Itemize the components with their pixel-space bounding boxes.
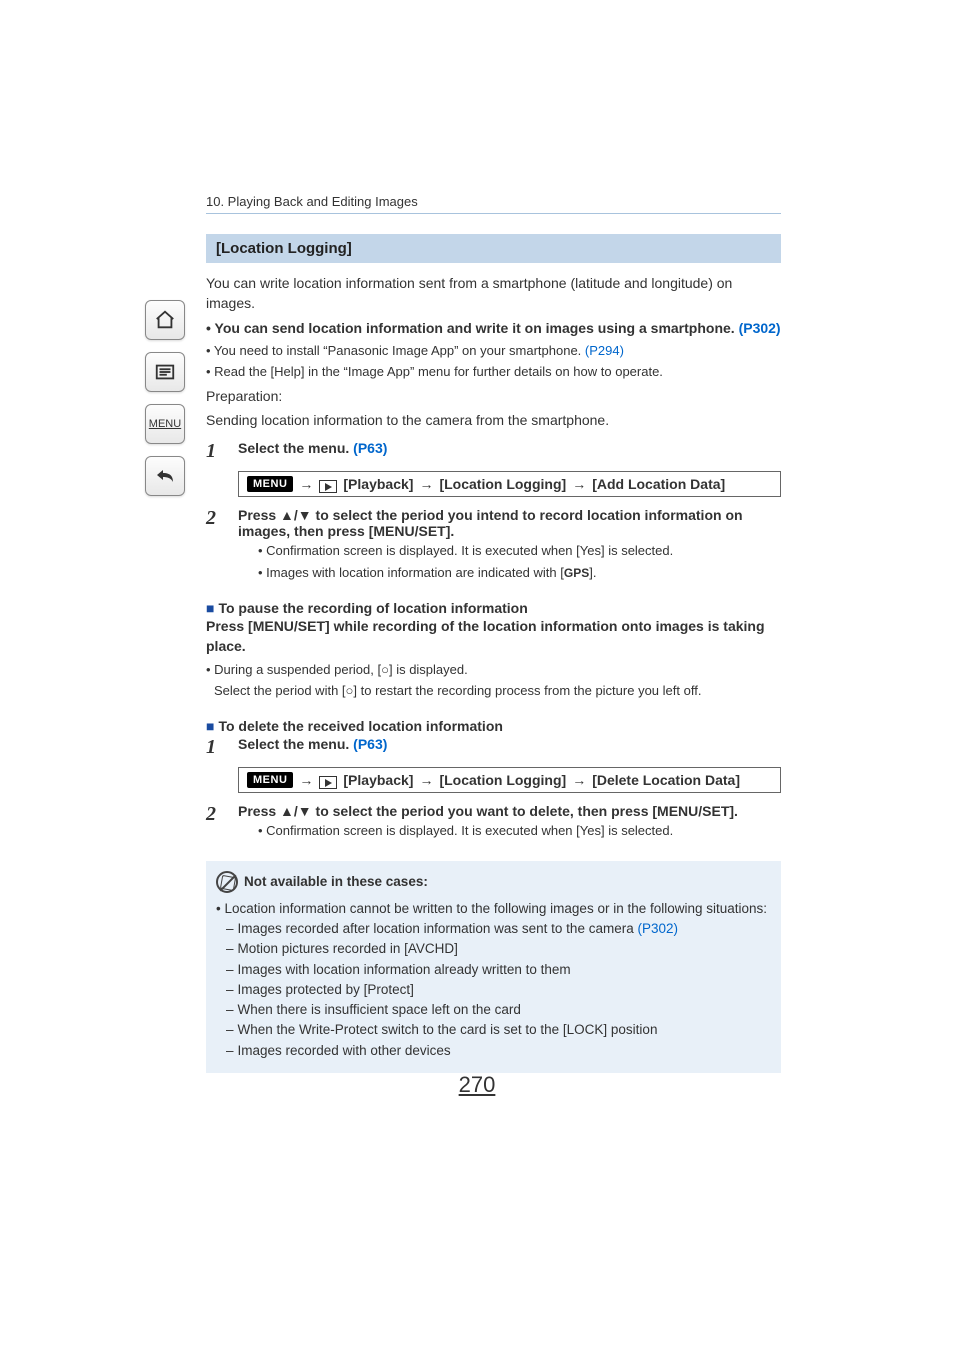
step-2-sub2: • Images with location information are i… [258,563,781,583]
link-p294[interactable]: (P294) [585,343,624,358]
preparation-text: Sending location information to the came… [206,410,781,430]
list-item: –Images with location information alread… [226,960,771,980]
intro-bullet-bold: • You can send location information and … [206,318,781,338]
square-bullet-icon: ■ [206,718,214,734]
contents-icon[interactable] [145,352,185,392]
page-content: 10. Playing Back and Editing Images [Loc… [206,194,781,1073]
link-p63-b[interactable]: (P63) [353,736,387,752]
delete-step-2: 2 Press ▲/▼ to select the period you wan… [206,803,781,841]
pause-b1: • During a suspended period, [○] is disp… [206,661,781,680]
arrow-icon: → [419,772,433,788]
step-1-text: Select the menu. [238,440,353,456]
link-p63[interactable]: (P63) [353,440,387,456]
step-2-sub1: • Confirmation screen is displayed. It i… [258,541,781,561]
pause-b2: Select the period with [○] to restart th… [214,682,781,701]
d4-text: Images protected by [Protect] [238,980,414,1000]
intro-bullet-2: • You need to install “Panasonic Image A… [206,342,781,361]
arrow-icon: → [572,772,586,788]
pause-heading-text: To pause the recording of location infor… [218,600,527,616]
list-item: –Images protected by [Protect] [226,980,771,1000]
link-p302[interactable]: (P302) [739,320,781,336]
path-playback-b: [Playback] [343,772,413,788]
menu-path-delete: MENU → [Playback] → [Location Logging] →… [238,767,781,793]
menu-badge-icon: MENU [247,476,293,492]
delete-step1-number: 1 [206,736,226,759]
playback-icon [319,480,337,493]
arrow-icon: → [299,772,313,788]
delete-step1-text: Select the menu. [238,736,353,752]
section-heading: [Location Logging] [206,234,781,263]
link-p302-b[interactable]: (P302) [637,921,678,936]
path-playback: [Playback] [343,476,413,492]
d6-text: When the Write-Protect switch to the car… [238,1020,658,1040]
pause-b1-post: ] is displayed. [389,662,468,677]
pause-heading: ■To pause the recording of location info… [206,600,781,616]
arrow-icon: → [419,476,433,492]
d3-text: Images with location information already… [238,960,571,980]
step-2-text: Press ▲/▼ to select the period you inten… [238,507,781,539]
playback-icon [319,776,337,789]
menu-path-add: MENU → [Playback] → [Location Logging] →… [238,471,781,497]
breadcrumb: 10. Playing Back and Editing Images [206,194,781,214]
list-item: –Images recorded with other devices [226,1041,771,1061]
pause-b1-pre: • During a suspended period, [ [206,662,381,677]
menu-badge-icon: MENU [247,772,293,788]
delete-heading-text: To delete the received location informat… [218,718,502,734]
step2-sub2-post: ]. [589,565,596,580]
notice-dash-list: –Images recorded after location informat… [226,919,771,1061]
arrow-icon: → [299,476,313,492]
delete-step2-text: Press ▲/▼ to select the period you want … [238,803,781,819]
d1-text: Images recorded after location informati… [238,921,638,936]
delete-step-1: 1 Select the menu. (P63) [206,736,781,759]
delete-step2-sub: • Confirmation screen is displayed. It i… [258,821,781,841]
notice-lead: • Location information cannot be written… [216,899,771,919]
delete-heading: ■To delete the received location informa… [206,718,781,734]
pause-symbol-icon: ○ [381,662,389,677]
d7-text: Images recorded with other devices [238,1041,451,1061]
intro-b2-text: • You need to install “Panasonic Image A… [206,343,585,358]
pause-b2-post: ] to restart the recording process from … [353,683,701,698]
not-available-icon [216,871,238,893]
square-bullet-icon: ■ [206,600,214,616]
intro-bullet-text: • You can send location information and … [206,320,739,336]
delete-step2-number: 2 [206,803,226,841]
d5-text: When there is insufficient space left on… [238,1000,521,1020]
path-loclog: [Location Logging] [439,476,566,492]
step2-sub2-pre: • Images with location information are i… [258,565,564,580]
intro-bullet-3: • Read the [Help] in the “Image App” men… [206,363,781,382]
d2-text: Motion pictures recorded in [AVCHD] [238,939,458,959]
notice-box: Not available in these cases: • Location… [206,861,781,1073]
path-delete: [Delete Location Data] [592,772,740,788]
gps-icon: GPS [564,566,589,580]
step-1: 1 Select the menu. (P63) [206,440,781,463]
pause-b2-pre: Select the period with [ [214,683,346,698]
notice-heading: Not available in these cases: [216,871,771,893]
list-item: –When there is insufficient space left o… [226,1000,771,1020]
preparation-label: Preparation: [206,386,781,406]
home-icon[interactable] [145,300,185,340]
notice-heading-text: Not available in these cases: [244,872,428,892]
arrow-icon: → [572,476,586,492]
step-2: 2 Press ▲/▼ to select the period you int… [206,507,781,582]
path-loclog-b: [Location Logging] [439,772,566,788]
step-1-number: 1 [206,440,226,463]
path-add: [Add Location Data] [592,476,725,492]
menu-button[interactable]: MENU [145,404,185,444]
list-item: –Images recorded after location informat… [226,919,771,939]
step-2-number: 2 [206,507,226,582]
sidebar: MENU [145,300,190,496]
list-item: –When the Write-Protect switch to the ca… [226,1020,771,1040]
pause-bold: Press [MENU/SET] while recording of the … [206,616,781,657]
back-icon[interactable] [145,456,185,496]
page-number[interactable]: 270 [0,1072,954,1098]
list-item: –Motion pictures recorded in [AVCHD] [226,939,771,959]
intro-paragraph: You can write location information sent … [206,273,781,314]
